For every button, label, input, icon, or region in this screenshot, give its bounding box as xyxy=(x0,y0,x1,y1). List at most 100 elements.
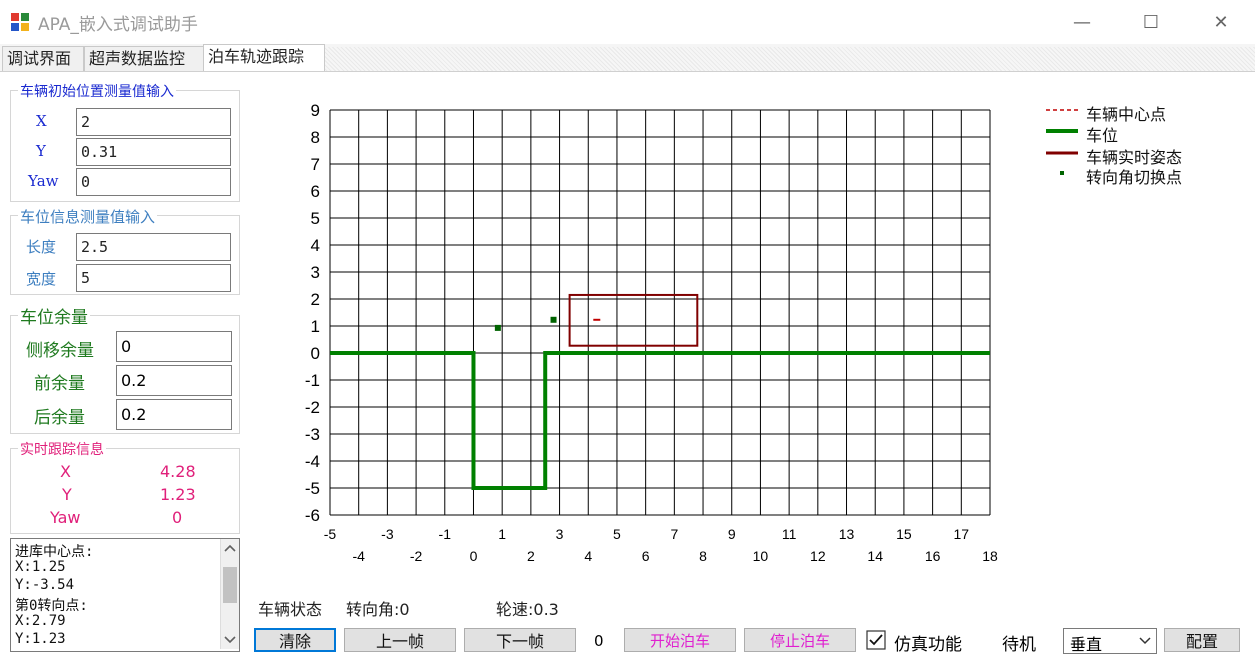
parking-slot-line xyxy=(330,351,990,490)
y-tick-label: -4 xyxy=(305,452,320,471)
x-tick-label: 14 xyxy=(867,548,883,564)
y-tick-label: 3 xyxy=(311,263,320,282)
x-tick-label: 11 xyxy=(782,526,797,542)
tab-ultrasonic[interactable]: 超声数据监控 xyxy=(84,46,206,71)
x-tick-label: 2 xyxy=(527,548,535,564)
x-tick-label: 8 xyxy=(699,548,707,564)
log-textbox[interactable]: 进库中心点: X:1.25 Y:-3.54 第0转向点: X:2.79 Y:1.… xyxy=(10,538,240,652)
y-tick-label: 9 xyxy=(311,101,320,120)
legend-swatch-turn xyxy=(1060,171,1064,175)
slot-length-input[interactable]: 2.5 xyxy=(76,233,231,261)
tracking-yaw-label: Yaw xyxy=(50,508,81,527)
tracking-yaw-value: 0 xyxy=(172,508,183,527)
init-y-input[interactable]: 0.31 xyxy=(76,138,231,166)
y-tick-label: 8 xyxy=(311,128,320,147)
y-tick-label: 7 xyxy=(311,155,320,174)
log-line: X:2.79 xyxy=(15,613,66,629)
close-icon: ✕ xyxy=(1213,11,1229,33)
stop-parking-button[interactable]: 停止泊车 xyxy=(744,628,856,652)
y-tick-label: 2 xyxy=(311,290,320,309)
init-x-label: X xyxy=(36,112,47,130)
x-tick-label: 0 xyxy=(470,548,478,564)
config-button[interactable]: 配置 xyxy=(1164,628,1240,652)
init-x-input[interactable]: 2 xyxy=(76,108,231,136)
scroll-thumb xyxy=(223,567,237,603)
init-yaw-input[interactable]: 0 xyxy=(76,168,231,196)
log-line: X:1.25 xyxy=(15,559,66,575)
mode-select[interactable]: 垂直 xyxy=(1063,628,1157,654)
slot-info-title: 车位信息测量值输入 xyxy=(18,206,158,227)
minimize-icon: — xyxy=(1073,11,1091,33)
log-line: Y:-3.54 xyxy=(15,577,75,593)
x-tick-label: 15 xyxy=(896,526,912,542)
sim-checkbox[interactable] xyxy=(866,630,886,650)
x-tick-label: 3 xyxy=(556,526,564,542)
x-tick-label: -3 xyxy=(381,526,394,542)
slot-length-label: 长度 xyxy=(26,238,57,256)
prev-frame-button[interactable]: 上一帧 xyxy=(344,628,456,652)
front-margin-input[interactable]: 0.2 xyxy=(116,365,232,396)
side-margin-input[interactable]: 0 xyxy=(116,331,232,362)
vehicle-state-label: 车辆状态 xyxy=(258,600,323,619)
log-line: 进库中心点: xyxy=(15,544,94,560)
y-tick-label: 0 xyxy=(311,344,320,363)
init-yaw-label: Yaw xyxy=(28,172,59,190)
y-tick-label: -6 xyxy=(305,506,320,525)
x-tick-label: 17 xyxy=(954,526,970,542)
frame-count: 0 xyxy=(594,632,604,650)
turn-point-marker xyxy=(550,316,557,323)
tab-debug[interactable]: 调试界面 xyxy=(2,46,84,71)
turn-point-marker xyxy=(494,324,501,331)
front-margin-label: 前余量 xyxy=(34,374,85,394)
x-tick-label: -4 xyxy=(352,548,365,564)
log-scrollbar[interactable] xyxy=(220,539,239,649)
tracking-y-value: 1.23 xyxy=(160,485,196,504)
x-tick-label: 13 xyxy=(839,526,855,542)
slot-width-label: 宽度 xyxy=(26,270,57,288)
start-parking-button[interactable]: 开始泊车 xyxy=(624,628,736,652)
legend-label-slot: 车位 xyxy=(1086,126,1119,145)
mode-select-value: 垂直 xyxy=(1070,635,1103,654)
wheel-speed-text: 轮速:0.3 xyxy=(496,600,559,619)
rear-margin-label: 后余量 xyxy=(34,408,85,428)
tracking-y-label: Y xyxy=(62,485,72,504)
margin-title: 车位余量 xyxy=(18,303,90,328)
tab-strip-background xyxy=(322,47,1255,71)
side-margin-label: 侧移余量 xyxy=(26,341,94,361)
tab-parking-track[interactable]: 泊车轨迹跟踪 xyxy=(203,44,325,72)
trajectory-chart: 9876543210-1-2-3-4-5-6-5 -3 -1 1 3 5 7 9 11 13 15 1… xyxy=(305,101,998,564)
y-tick-label: 4 xyxy=(311,236,320,255)
vehicle-pose-rect xyxy=(568,293,699,347)
x-tick-label: 10 xyxy=(753,548,769,564)
tracking-x-label: X xyxy=(60,462,71,481)
x-tick-label: 4 xyxy=(584,548,592,564)
maximize-button[interactable]: ☐ xyxy=(1128,8,1174,36)
y-tick-label: 1 xyxy=(311,317,320,336)
minimize-button[interactable]: — xyxy=(1059,8,1105,36)
steer-angle-text: 转向角:0 xyxy=(346,600,410,619)
scroll-down-icon xyxy=(224,636,236,644)
state-text: 待机 xyxy=(1002,635,1036,655)
slot-width-input[interactable]: 5 xyxy=(76,264,231,292)
y-tick-label: -5 xyxy=(305,479,320,498)
x-tick-label: 5 xyxy=(613,526,621,542)
next-frame-button[interactable]: 下一帧 xyxy=(464,628,576,652)
chevron-down-icon xyxy=(1139,637,1151,645)
y-tick-label: -2 xyxy=(305,398,320,417)
y-tick-label: -1 xyxy=(305,371,320,390)
rear-margin-input[interactable]: 0.2 xyxy=(116,399,232,430)
y-tick-label: 5 xyxy=(311,209,320,228)
app-icon xyxy=(11,13,29,31)
maximize-icon: ☐ xyxy=(1142,11,1160,33)
tracking-group xyxy=(10,448,240,534)
legend-label-turn: 转向角切换点 xyxy=(1086,168,1183,187)
x-tick-label: 1 xyxy=(498,526,506,542)
log-line: Y:1.23 xyxy=(15,631,66,647)
close-button[interactable]: ✕ xyxy=(1198,8,1244,36)
x-tick-label: 7 xyxy=(670,526,678,542)
init-y-label: Y xyxy=(36,142,46,160)
y-tick-label: 6 xyxy=(311,182,320,201)
x-tick-label: 12 xyxy=(810,548,826,564)
init-position-title: 车辆初始位置测量值输入 xyxy=(18,81,176,101)
clear-button[interactable]: 清除 xyxy=(254,628,336,652)
